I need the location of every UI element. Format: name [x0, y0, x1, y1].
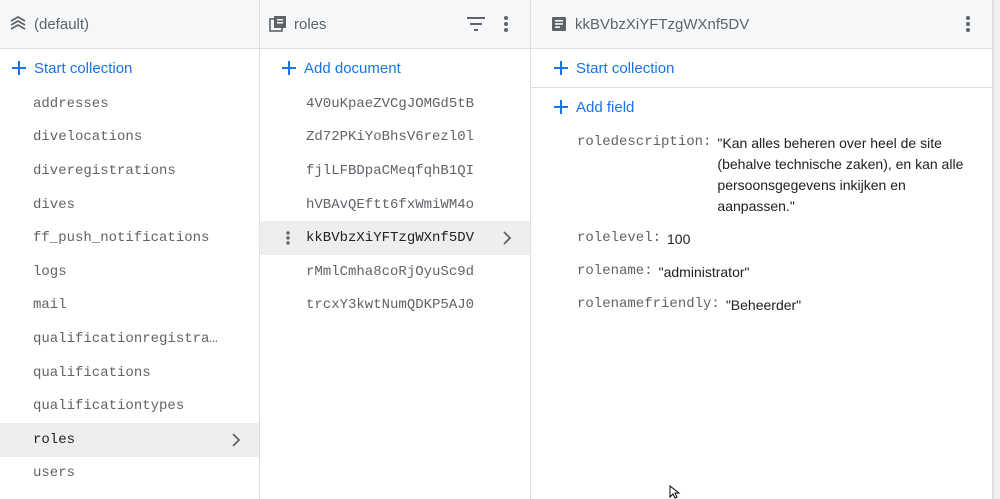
plus-icon — [10, 59, 28, 77]
documents-list: 4V0uKpaeZVCgJOMGd5tB Zd72PKiYoBhsV6rezl0l… — [260, 87, 530, 322]
field-row[interactable]: rolename: "administrator" — [531, 262, 992, 283]
document-panel: kkBVbzXiYFTzgWXnf5DV Start collection Ad… — [531, 0, 993, 499]
collection-item-label: mail — [33, 297, 67, 314]
database-icon — [8, 14, 28, 34]
collections-panel: (default) Start collection addresses dive… — [0, 0, 260, 499]
collection-item[interactable]: users — [0, 457, 259, 491]
collections-list: addresses divelocations diveregistrations d… — [0, 87, 259, 490]
plus-icon — [280, 59, 298, 77]
document-item[interactable]: rMmlCmha8coRjOyuSc9d — [260, 255, 530, 289]
database-title: (default) — [34, 15, 90, 33]
collection-item-label: qualificationtypes — [33, 398, 185, 415]
field-key: rolename: — [577, 263, 653, 279]
field-row[interactable]: rolelevel: 100 — [531, 229, 992, 250]
collection-item[interactable]: qualifications — [0, 356, 259, 390]
more-vert-icon[interactable] — [284, 230, 292, 246]
scrollbar[interactable] — [993, 0, 1000, 499]
collection-item-label: dives — [33, 196, 76, 213]
document-item-label: trcxY3kwtNumQDKP5AJ0 — [306, 297, 475, 314]
start-collection-button[interactable]: Start collection — [0, 49, 259, 87]
collection-item[interactable]: mail — [0, 289, 259, 323]
field-value: "administrator" — [658, 264, 750, 280]
chevron-right-icon — [229, 433, 243, 447]
collection-item-label: addresses — [33, 95, 109, 112]
add-field-label: Add field — [576, 98, 635, 116]
start-collection-label: Start collection — [576, 59, 675, 77]
collection-item[interactable]: diveregistrations — [0, 154, 259, 188]
filter-icon[interactable] — [464, 12, 488, 36]
field-value: 100 — [667, 231, 691, 247]
document-item[interactable]: hVBAvQEftt6fxWmiWM4o — [260, 188, 530, 222]
add-field-button[interactable]: Add field — [531, 88, 992, 126]
add-document-button[interactable]: Add document — [260, 49, 530, 87]
document-item-label: rMmlCmha8coRjOyuSc9d — [306, 263, 475, 280]
collection-item-label: logs — [33, 263, 67, 280]
mouse-cursor-icon — [669, 485, 681, 499]
document-icon — [549, 14, 569, 34]
document-item-label: fjlLFBDpaCMeqfqhB1QI — [306, 162, 475, 179]
document-header: kkBVbzXiYFTzgWXnf5DV — [531, 0, 992, 49]
plus-icon — [552, 59, 570, 77]
collection-item-label: qualificationregistra… — [33, 330, 218, 347]
collection-header: roles — [260, 0, 530, 49]
field-value: "Kan alles beheren over heel de site (be… — [717, 135, 964, 214]
collection-item[interactable]: logs — [0, 255, 259, 289]
document-item-label: hVBAvQEftt6fxWmiWM4o — [306, 196, 475, 213]
field-key: roledescription: — [577, 134, 712, 150]
document-item-label: 4V0uKpaeZVCgJOMGd5tB — [306, 95, 475, 112]
collection-icon — [268, 14, 288, 34]
start-collection-label: Start collection — [34, 59, 133, 77]
collection-title: roles — [294, 15, 327, 33]
collection-item-label: ff_push_notifications — [33, 230, 210, 247]
document-item[interactable]: Zd72PKiYoBhsV6rezl0l — [260, 121, 530, 155]
field-key: rolelevel: — [577, 230, 662, 246]
start-collection-button[interactable]: Start collection — [531, 49, 992, 87]
document-item-label: Zd72PKiYoBhsV6rezl0l — [306, 129, 475, 146]
collection-item-label: users — [33, 465, 76, 482]
document-item[interactable]: trcxY3kwtNumQDKP5AJ0 — [260, 289, 530, 323]
document-item[interactable]: kkBVbzXiYFTzgWXnf5DV — [260, 221, 530, 255]
documents-panel: roles Add document 4V0uKpaeZVCgJOMGd5tB Z… — [260, 0, 531, 499]
collection-item[interactable]: dives — [0, 188, 259, 222]
document-item[interactable]: 4V0uKpaeZVCgJOMGd5tB — [260, 87, 530, 121]
field-row[interactable]: roledescription: "Kan alles beheren over… — [531, 133, 992, 217]
document-item-label: kkBVbzXiYFTzgWXnf5DV — [306, 230, 475, 247]
collection-item[interactable]: ff_push_notifications — [0, 221, 259, 255]
field-value: "Beheerder" — [725, 297, 802, 313]
document-title: kkBVbzXiYFTzgWXnf5DV — [575, 15, 750, 33]
add-document-label: Add document — [304, 59, 401, 77]
collection-item[interactable]: roles — [0, 422, 259, 457]
collection-item[interactable]: qualificationregistra… — [0, 322, 259, 356]
field-key: rolenamefriendly: — [577, 296, 720, 312]
more-vert-icon[interactable] — [956, 12, 980, 36]
plus-icon — [552, 98, 570, 116]
collection-item[interactable]: divelocations — [0, 121, 259, 155]
collection-item[interactable]: addresses — [0, 87, 259, 121]
collection-item-label: roles — [33, 431, 76, 448]
collection-item-label: qualifications — [33, 364, 151, 381]
collection-item-label: divelocations — [33, 129, 143, 146]
document-item[interactable]: fjlLFBDpaCMeqfqhB1QI — [260, 154, 530, 188]
collection-item[interactable]: qualificationtypes — [0, 389, 259, 423]
more-vert-icon[interactable] — [494, 12, 518, 36]
collection-item-label: diveregistrations — [33, 162, 176, 179]
database-header: (default) — [0, 0, 259, 49]
chevron-right-icon — [500, 231, 514, 245]
field-row[interactable]: rolenamefriendly: "Beheerder" — [531, 295, 992, 316]
